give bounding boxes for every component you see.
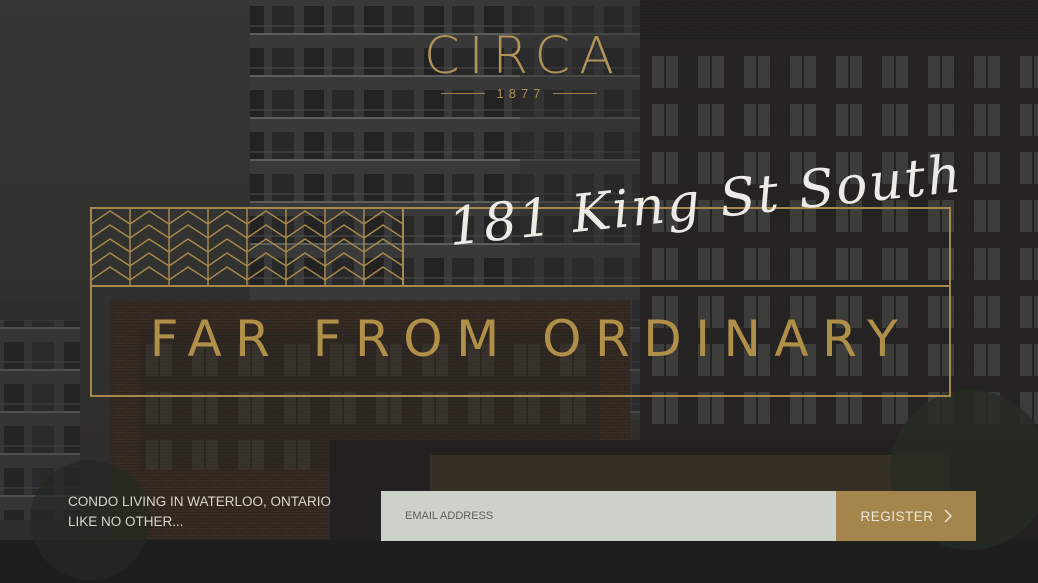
chevron-pattern [90, 208, 404, 286]
logo-rule-right [553, 93, 598, 94]
chevron-right-icon [944, 509, 952, 523]
logo-year-row: 1877 [0, 86, 1038, 101]
circa-logo[interactable]: CIRCA 1877 [0, 27, 1038, 102]
hero-tagline: FAR FROM ORDINARY [149, 310, 912, 368]
intro-text: CONDO LIVING IN WATERLOO, ONTARIO LIKE N… [68, 492, 368, 532]
signup-form: REGISTER [381, 491, 976, 541]
register-label: REGISTER [860, 508, 934, 524]
register-button[interactable]: REGISTER [836, 491, 976, 541]
logo-wordmark: CIRCA [423, 27, 624, 86]
intro-line-2: LIKE NO OTHER... [68, 514, 184, 529]
logo-year: 1877 [496, 86, 546, 101]
logo-rule-left [440, 93, 485, 94]
email-input[interactable] [381, 491, 836, 541]
intro-line-1: CONDO LIVING IN WATERLOO, ONTARIO [68, 494, 332, 509]
